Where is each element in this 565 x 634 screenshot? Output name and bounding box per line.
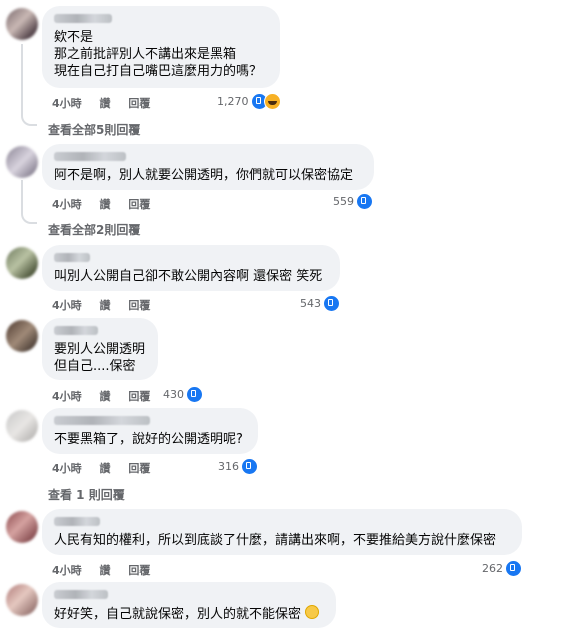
- comment-line: 但自己....保密: [54, 359, 136, 374]
- reaction-count: 1,270: [217, 95, 249, 108]
- reply-button[interactable]: 回覆: [128, 462, 150, 475]
- grimace-emoji-icon: [305, 605, 320, 619]
- reaction-summary[interactable]: 316: [218, 458, 258, 475]
- commenter-name-blurred[interactable]: [54, 416, 150, 425]
- thread-connector: [21, 210, 37, 224]
- commenter-name-blurred[interactable]: [54, 253, 90, 262]
- comment-bubble: 好好笑，自己就說保密，別人的就不能保密: [42, 582, 336, 628]
- thread-connector: [21, 112, 37, 126]
- reaction-count: 430: [163, 388, 184, 401]
- comment-line: 欸不是: [54, 30, 94, 45]
- like-icon: [356, 193, 373, 210]
- comment-actions: 4小時 讚 回覆: [52, 297, 164, 313]
- comment-bubble: 叫別人公開自己卻不敢公開內容啊 還保密 笑死: [42, 245, 340, 291]
- avatar[interactable]: [6, 8, 38, 40]
- comment-bubble: 阿不是啊，別人就要公開透明，你們就可以保密協定: [42, 144, 374, 190]
- like-icon: [186, 386, 203, 403]
- comment-time[interactable]: 4小時: [52, 299, 82, 312]
- comment-time[interactable]: 4小時: [52, 390, 82, 403]
- reply-button[interactable]: 回覆: [128, 390, 150, 403]
- comment-time[interactable]: 4小時: [52, 564, 82, 577]
- reply-button[interactable]: 回覆: [128, 299, 150, 312]
- comment-line-text: 好好笑，自己就說保密，別人的就不能保密: [54, 607, 302, 622]
- like-button[interactable]: 讚: [100, 299, 111, 312]
- avatar[interactable]: [6, 247, 38, 279]
- comment-actions: 4小時 讚 回覆: [52, 388, 164, 404]
- commenter-name-blurred[interactable]: [54, 517, 100, 526]
- reaction-count: 559: [333, 195, 354, 208]
- comment-bubble: 人民有知的權利，所以到底談了什麼，請講出來啊，不要推給美方說什麼保密: [42, 509, 522, 555]
- reaction-count: 262: [482, 562, 503, 575]
- like-icon: [505, 560, 522, 577]
- comment-bubble: 欸不是 那之前批評別人不講出來是黑箱 現在自己打自己嘴巴這麼用力的嗎？: [42, 6, 280, 88]
- like-button[interactable]: 讚: [100, 198, 111, 211]
- comment-line: 現在自己打自己嘴巴這麼用力的嗎？: [54, 64, 263, 79]
- avatar[interactable]: [6, 320, 38, 352]
- reaction-summary[interactable]: 543: [300, 295, 340, 312]
- reaction-summary[interactable]: 430: [163, 386, 203, 403]
- comment-line: 要別人公開透明: [54, 342, 146, 357]
- like-button[interactable]: 讚: [100, 390, 111, 403]
- like-icon: [241, 458, 258, 475]
- comment-bubble: 要別人公開透明 但自己....保密: [42, 318, 158, 380]
- commenter-name-blurred[interactable]: [54, 152, 126, 161]
- reply-button[interactable]: 回覆: [128, 198, 150, 211]
- avatar[interactable]: [6, 584, 38, 616]
- like-button[interactable]: 讚: [100, 462, 111, 475]
- avatar[interactable]: [6, 410, 38, 442]
- comment-line: 人民有知的權利，所以到底談了什麼，請講出來啊，不要推給美方說什麼保密: [54, 533, 497, 548]
- comment-actions: 4小時 讚 回覆: [52, 562, 164, 578]
- reaction-summary[interactable]: 262: [482, 560, 522, 577]
- reaction-count: 316: [218, 460, 239, 473]
- comment-actions: 4小時 讚 回覆: [52, 196, 164, 212]
- commenter-name-blurred[interactable]: [54, 590, 108, 599]
- like-icon: [323, 295, 340, 312]
- commenter-name-blurred[interactable]: [54, 326, 98, 335]
- comment-actions: 4小時 讚 回覆: [52, 95, 164, 111]
- thread-line: [21, 180, 23, 212]
- view-replies-link[interactable]: 查看全部2則回覆: [48, 221, 140, 238]
- comment-line: 阿不是啊，別人就要公開透明，你們就可以保密協定: [54, 168, 354, 183]
- comment-line: 叫別人公開自己卻不敢公開內容啊 還保密 笑死: [54, 269, 323, 284]
- comment-line: 那之前批評別人不講出來是黑箱: [54, 47, 237, 62]
- comment-time[interactable]: 4小時: [52, 97, 82, 110]
- like-button[interactable]: 讚: [100, 564, 111, 577]
- comment-time[interactable]: 4小時: [52, 198, 82, 211]
- reaction-summary[interactable]: 559: [333, 193, 373, 210]
- avatar[interactable]: [6, 146, 38, 178]
- view-replies-link[interactable]: 查看 1 則回覆: [48, 486, 125, 503]
- view-replies-link[interactable]: 查看全部5則回覆: [48, 121, 140, 138]
- comment-actions: 4小時 讚 回覆: [52, 460, 164, 476]
- reaction-summary[interactable]: 1,270: [217, 93, 281, 110]
- commenter-name-blurred[interactable]: [54, 14, 112, 23]
- avatar[interactable]: [6, 511, 38, 543]
- comment-bubble: 不要黑箱了，說好的公開透明呢?: [42, 408, 258, 454]
- comment-line: 不要黑箱了，說好的公開透明呢?: [54, 432, 243, 447]
- thread-line: [21, 44, 23, 114]
- comment-time[interactable]: 4小時: [52, 462, 82, 475]
- like-button[interactable]: 讚: [100, 97, 111, 110]
- haha-icon: [263, 93, 281, 110]
- comment-line: 好好笑，自己就說保密，別人的就不能保密: [54, 605, 324, 623]
- reaction-count: 543: [300, 297, 321, 310]
- reply-button[interactable]: 回覆: [128, 97, 150, 110]
- reply-button[interactable]: 回覆: [128, 564, 150, 577]
